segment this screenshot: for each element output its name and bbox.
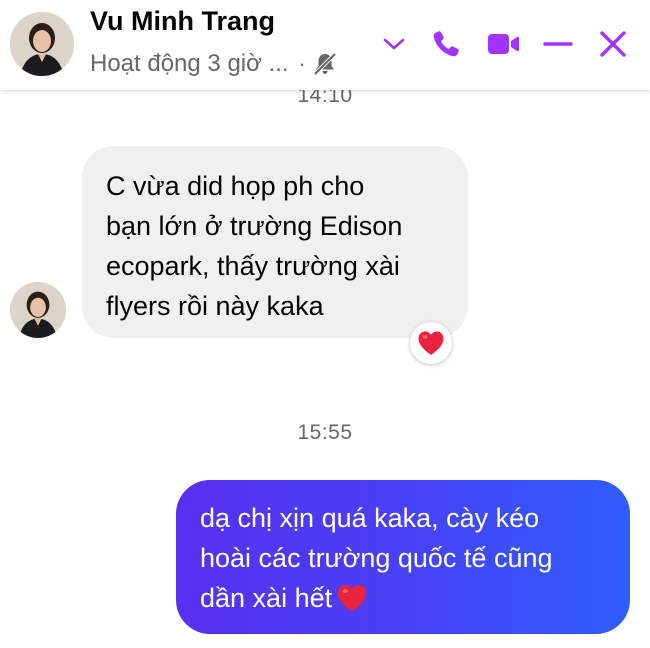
message-line-last: dần xài hết xyxy=(200,578,608,624)
message-line: bạn lớn ở trường Edison xyxy=(106,211,403,241)
incoming-message-bubble[interactable]: C vừa did họp ph cho bạn lớn ở trường Ed… xyxy=(82,146,468,338)
status-separator: · xyxy=(298,51,306,76)
timestamp-separator: 15:55 xyxy=(297,421,353,444)
heart-emoji-icon xyxy=(336,583,368,624)
heart-icon xyxy=(418,331,444,355)
close-icon[interactable] xyxy=(595,26,631,62)
muted-bell-icon xyxy=(312,51,338,77)
sender-avatar[interactable] xyxy=(10,282,66,338)
active-status: Hoạt động 3 giờ ... xyxy=(90,50,289,77)
chevron-down-icon[interactable] xyxy=(376,26,412,62)
message-line: hoài các trường quốc tế cũng xyxy=(200,543,553,573)
message-line: dạ chị xịn quá kaka, cày kéo xyxy=(200,503,540,533)
message-line: dần xài hết xyxy=(200,583,333,613)
status-row: Hoạt động 3 giờ ... · xyxy=(90,48,338,80)
contact-name[interactable]: Vu Minh Trang xyxy=(90,6,275,37)
message-line: flyers rồi này kaka xyxy=(106,291,324,321)
message-line: ecopark, thấy trường xài xyxy=(106,251,400,281)
chat-header: Vu Minh Trang Hoạt động 3 giờ ... · xyxy=(0,0,650,90)
minimize-icon[interactable] xyxy=(540,26,576,62)
outgoing-message-bubble[interactable]: dạ chị xịn quá kaka, cày kéo hoài các tr… xyxy=(176,480,630,634)
video-call-icon[interactable] xyxy=(485,26,521,62)
phone-icon[interactable] xyxy=(428,26,464,62)
avatar[interactable] xyxy=(10,12,74,76)
heart-reaction[interactable] xyxy=(410,322,452,364)
message-line: C vừa did họp ph cho xyxy=(106,171,365,201)
